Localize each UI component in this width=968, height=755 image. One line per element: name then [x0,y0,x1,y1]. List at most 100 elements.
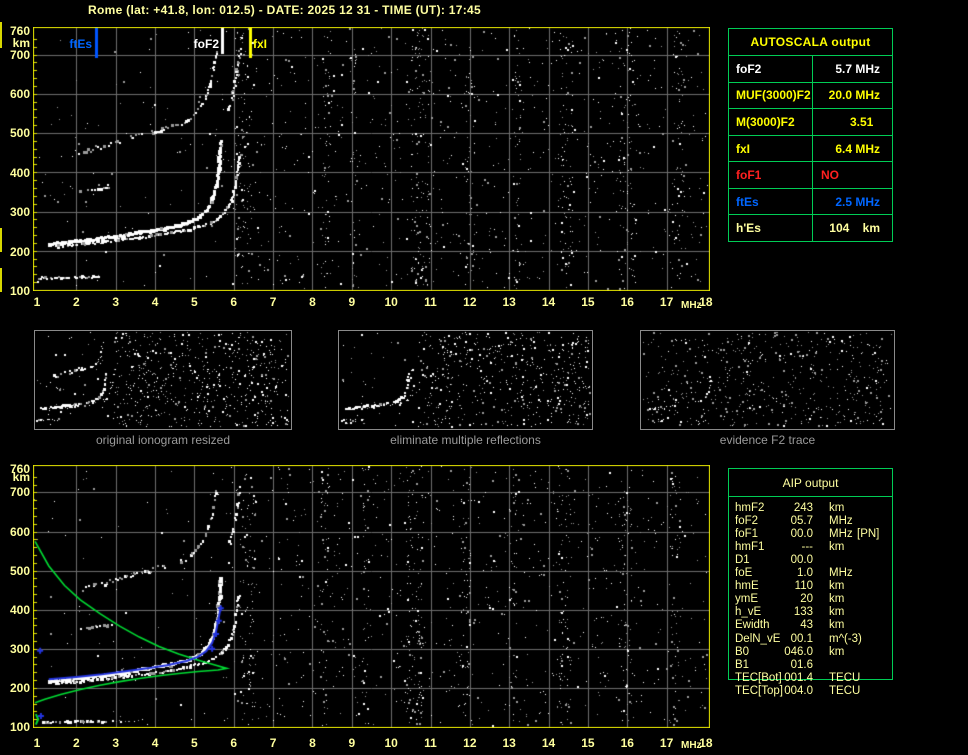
parameter-label: h'Es [729,215,813,242]
table-row: DelN_vE 00.1 m^(-3) [729,633,892,646]
x-tick-label: 2 [73,295,80,309]
x-tick-label: 4 [151,736,159,750]
parameter-value: 243 [793,502,813,514]
parameter-unit: km [829,580,845,593]
table-row: D1 00.0 [729,554,892,567]
parameter-unit: MHz [829,528,853,541]
parameter-value: 1.0 [797,567,813,580]
x-tick-label: 14 [541,736,556,750]
parameter-value: 004.0 [784,684,813,697]
y-tick-label: 760 [9,462,30,476]
parameter-flag: [PN] [857,528,880,541]
parameter-label: M(3000)F2 [729,109,813,135]
y-tick-label: 600 [9,87,30,102]
table-row: foF1 NO [729,162,892,189]
table-row: hmE 110 km [729,580,892,593]
x-tick-label: 15 [581,295,595,309]
parameter-unit: km [829,502,845,514]
parameter-label: B1 [735,658,750,671]
parameter-unit: TECU [829,684,861,697]
y-tick-label: 300 [9,205,30,220]
table-row: Ewidth 43 km [729,619,892,632]
table-row: TEC[Top] 004.0 TECU [729,685,892,698]
x-tick-label: 17 [659,736,674,750]
parameter-unit: km [829,593,845,606]
parameter-value: 110 [794,580,813,593]
x-tick-label: 10 [384,736,398,750]
thumbnail-evidence-f2-trace [640,330,895,430]
x-tick-label: 12 [463,295,477,309]
table-row: hmF1 --- km [729,541,892,554]
autoscala-table-rows: foF2 5.7 MHz MUF(3000)F2 20.0 MHz M(3000)F2 3… [729,56,892,242]
table-row: foE 1.0 MHz [729,567,892,580]
fof2-marker-label: foF2 [193,37,219,51]
x-tick-label: 6 [230,295,238,309]
aip-table-header: AIP output [782,476,839,490]
x-tick-label: 18 [699,295,713,309]
x-tick-label: 8 [309,295,316,309]
autoscala-output-table: AUTOSCALA output foF2 5.7 MHz MUF(3000)F2 2… [728,28,893,242]
parameter-label: hmE [735,580,759,593]
parameter-label: foF1 [735,528,759,541]
x-tick-label: 11 [424,736,437,750]
x-tick-label: 10 [384,295,398,309]
parameter-value: 001.4 [784,671,813,684]
parameter-label: foE [735,567,753,580]
x-tick-label: 14 [541,295,556,309]
aip-header-separator [729,496,892,497]
parameter-value: 133 [793,606,813,619]
y-tick-label: 400 [9,602,30,617]
parameter-label: ymE [735,593,758,606]
y-tick-label: 200 [9,680,30,695]
x-tick-label: 3 [112,736,120,750]
table-row: MUF(3000)F2 20.0 MHz [729,82,892,110]
x-tick-label: 1 [33,295,41,309]
parameter-label: hmF1 [735,541,765,554]
y-tick-label: 500 [9,563,30,578]
x-tick-label: 5 [191,736,198,750]
page-title: Rome (lat: +41.8, lon: 012.5) - DATE: 20… [88,3,481,17]
x-tick-label: 15 [581,736,595,750]
parameter-value: 2.5 MHz [835,194,880,209]
table-row: h_vE 133 km [729,606,892,619]
aip-output-table: AIP output hmF2 243 km foF2 05.7 MHz foF1 00.0 M… [728,468,893,697]
parameter-unit: MHz [829,567,853,580]
parameter-unit: TECU [829,671,861,684]
x-tick-label: 4 [151,295,159,309]
y-tick-label: 200 [9,244,30,259]
x-tick-label: 13 [502,295,516,309]
parameter-value: --- [801,541,814,554]
y-tick-label: 700 [9,485,30,500]
x-tick-label: 1 [33,736,41,750]
table-row: ymE 20 km [729,593,892,606]
thumbnail-eliminate-reflections [338,330,593,430]
parameter-label: h_vE [735,606,762,619]
x-tick-label: 7 [269,736,277,750]
parameter-label: hmF2 [735,502,765,514]
parameter-value: 5.7 MHz [835,61,880,76]
y-tick-label: 500 [9,126,30,141]
x-tick-label: 17 [659,295,674,309]
parameter-label: fxI [729,135,813,162]
table-row: foF2 5.7 MHz [729,56,892,83]
table-row: h'Es 104 km [729,215,892,242]
table-row: fxI 6.4 MHz [729,135,892,163]
parameter-value: 046.0 [784,645,813,658]
parameter-value: 05.7 [790,515,813,528]
x-tick-label: 16 [620,295,634,309]
parameter-value: NO [821,168,839,183]
table-row: B1 01.6 [729,659,892,672]
parameter-value: 00.0 [790,528,813,541]
x-tick-label: 2 [73,736,80,750]
parameter-label: foF2 [735,515,759,528]
thumbnail-caption: original ionogram resized [95,433,231,447]
parameter-value: 20.0 MHz [828,88,880,103]
ftes-marker-label: ftEs [69,37,92,51]
y-tick-label: 300 [9,641,30,656]
y-tick-label: 600 [9,524,30,539]
x-tick-label: 12 [463,736,477,750]
y-tick-label: 100 [9,720,30,734]
x-tick-label: 3 [112,295,120,309]
parameter-value: 43 [800,619,813,632]
parameter-value: 00.1 [790,632,813,645]
